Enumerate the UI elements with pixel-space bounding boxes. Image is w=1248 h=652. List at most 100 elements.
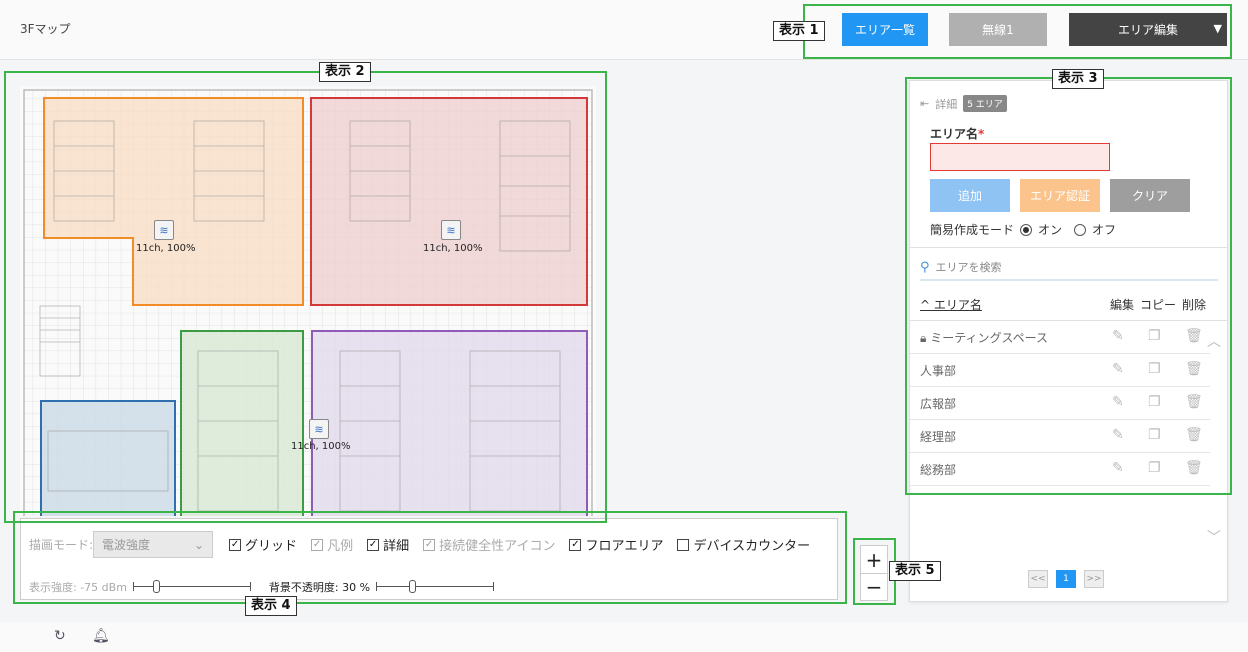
row-name: 広報部	[920, 397, 957, 411]
opacity-label: 背景不透明度: 30 %	[268, 581, 371, 594]
scroll-up-icon[interactable]: ︿	[1207, 331, 1221, 351]
simple-mode-row: 簡易作成モード オン オフ	[930, 221, 1116, 238]
detail-check-label: 詳細	[383, 539, 410, 554]
mode-on-label[interactable]: オン	[1038, 221, 1062, 238]
edit-icon[interactable]: ✎	[1112, 427, 1124, 443]
legend-label: 凡例	[327, 539, 354, 554]
draw-mode-select[interactable]: 電波強度 ⌄	[93, 531, 214, 558]
control-row-2: 表示強度: -75 dBm 背景不透明度: 30 %	[29, 579, 500, 595]
row-name: 🔒︎ ミーティングスペース	[920, 331, 1049, 345]
collapse-left-icon[interactable]: ⇤	[920, 97, 929, 110]
mode-off-label[interactable]: オフ	[1092, 221, 1116, 238]
trash-icon[interactable]: 🗑︎	[1185, 361, 1203, 377]
table-row[interactable]: 🔒︎ ミーティングスペース ✎ ❐ 🗑︎	[910, 321, 1210, 354]
table-row[interactable]: 経理部 ✎ ❐ 🗑︎	[910, 420, 1210, 453]
callout-label-5: 表示 5	[889, 561, 941, 581]
area-purple	[311, 330, 588, 516]
access-point-1-wifi-icon[interactable]: ≋	[154, 220, 174, 240]
legend-checkbox[interactable]: ✓ 凡例	[311, 535, 353, 554]
edit-icon[interactable]: ✎	[1112, 328, 1124, 344]
strength-slider[interactable]	[132, 580, 251, 593]
current-page-button[interactable]: 1	[1056, 570, 1076, 588]
area-red	[310, 97, 588, 306]
scroll-down-icon[interactable]: ﹀	[1207, 527, 1221, 547]
edit-icon[interactable]: ✎	[1112, 460, 1124, 476]
col-name-label: エリア名	[933, 298, 982, 312]
table-row[interactable]: 広報部 ✎ ❐ 🗑︎	[910, 387, 1210, 420]
prev-page-button[interactable]: <<	[1028, 570, 1048, 588]
edit-icon[interactable]: ✎	[1112, 394, 1124, 410]
mode-on-radio[interactable]	[1020, 223, 1033, 236]
edit-icon[interactable]: ✎	[1112, 361, 1124, 377]
lock-icon: 🔒︎	[920, 331, 931, 345]
refresh-icon[interactable]: ↻	[54, 628, 66, 644]
checkbox-checked-icon: ✓	[569, 538, 582, 551]
search-input[interactable]: エリアを検索	[936, 259, 1002, 275]
add-button[interactable]: 追加	[930, 179, 1010, 212]
health-icon-label: 接続健全性アイコン	[439, 539, 556, 554]
bell-icon[interactable]: 🔔︎	[92, 628, 110, 644]
area-auth-button[interactable]: エリア認証	[1020, 179, 1100, 212]
trash-icon[interactable]: 🗑︎	[1185, 427, 1203, 443]
opacity-slider-thumb[interactable]	[409, 580, 417, 593]
sort-area-name[interactable]: ^ エリア名	[920, 296, 982, 313]
trash-icon[interactable]: 🗑︎	[1185, 460, 1203, 476]
simple-mode-label: 簡易作成モード	[930, 223, 1015, 237]
col-copy: コピー	[1140, 298, 1177, 312]
area-edit-button[interactable]: エリア編集 ▼	[1069, 13, 1227, 46]
zoom-in-button[interactable]: +	[861, 546, 887, 573]
panel-header[interactable]: ⇤ 詳細 5 エリア	[920, 95, 1007, 112]
access-point-1-label: 11ch, 100%	[136, 243, 196, 254]
search-icon: ⚲	[920, 259, 930, 275]
area-list-button[interactable]: エリア一覧	[842, 13, 928, 46]
col-delete: 削除	[1182, 298, 1207, 312]
floor-area-label: フロアエリア	[585, 539, 664, 554]
detail-checkbox[interactable]: ✓ 詳細	[367, 535, 409, 554]
callout-label-2: 表示 2	[319, 62, 371, 82]
clear-button[interactable]: クリア	[1110, 179, 1190, 212]
zoom-control: + −	[860, 545, 888, 601]
table-row[interactable]: 総務部 ✎ ❐ 🗑︎	[910, 453, 1210, 486]
trash-icon[interactable]: 🗑︎	[1185, 394, 1203, 410]
copy-icon[interactable]: ❐	[1148, 460, 1161, 476]
checkbox-checked-icon: ✓	[423, 538, 436, 551]
top-bar: 3Fマップ エリア一覧 無線1 エリア編集 ▼	[0, 0, 1248, 60]
col-edit: 編集	[1110, 298, 1135, 312]
copy-icon[interactable]: ❐	[1148, 328, 1161, 344]
required-mark: *	[978, 127, 985, 141]
grid-label: グリッド	[245, 539, 298, 554]
mode-off-radio[interactable]	[1074, 223, 1087, 236]
strength-slider-thumb[interactable]	[152, 580, 160, 593]
area-green	[180, 330, 304, 516]
trash-icon[interactable]: 🗑︎	[1185, 328, 1203, 344]
checkbox-checked-icon: ✓	[311, 538, 324, 551]
copy-icon[interactable]: ❐	[1148, 427, 1161, 443]
health-icon-checkbox[interactable]: ✓ 接続健全性アイコン	[423, 535, 555, 554]
access-point-2-wifi-icon[interactable]: ≋	[441, 220, 461, 240]
copy-icon[interactable]: ❐	[1148, 361, 1161, 377]
detail-label: 詳細	[935, 97, 958, 111]
floor-map[interactable]: ≋ 11ch, 100% ≋ 11ch, 100% ≋ 11ch, 100%	[20, 86, 596, 516]
opacity-slider[interactable]	[376, 580, 495, 593]
grid-checkbox[interactable]: ✓ グリッド	[229, 535, 297, 554]
device-counter-checkbox[interactable]: デバイスカウンター	[677, 535, 810, 554]
checkbox-checked-icon: ✓	[367, 538, 380, 551]
next-page-button[interactable]: >>	[1084, 570, 1104, 588]
access-point-3-wifi-icon[interactable]: ≋	[309, 419, 329, 439]
area-name-input[interactable]	[930, 143, 1110, 171]
callout-label-3: 表示 3	[1052, 69, 1104, 89]
caret-down-icon[interactable]: ▼	[1214, 22, 1222, 35]
draw-mode-label: 描画モード:	[29, 538, 94, 552]
table-row[interactable]: 人事部 ✎ ❐ 🗑︎	[910, 354, 1210, 387]
row-name: 人事部	[920, 364, 957, 378]
area-search[interactable]: ⚲ エリアを検索	[920, 255, 1218, 281]
area-detail-panel: ⇤ 詳細 5 エリア エリア名* 追加 エリア認証 クリア 簡易作成モード オン…	[909, 80, 1228, 602]
zoom-out-button[interactable]: −	[861, 573, 887, 600]
access-point-2-label: 11ch, 100%	[423, 243, 483, 254]
floor-area-checkbox[interactable]: ✓ フロアエリア	[569, 535, 663, 554]
device-counter-label: デバイスカウンター	[693, 539, 811, 554]
row-name: 経理部	[920, 430, 957, 444]
area-name-label-text: エリア名	[930, 127, 979, 141]
copy-icon[interactable]: ❐	[1148, 394, 1161, 410]
wireless-button[interactable]: 無線1	[949, 13, 1047, 46]
